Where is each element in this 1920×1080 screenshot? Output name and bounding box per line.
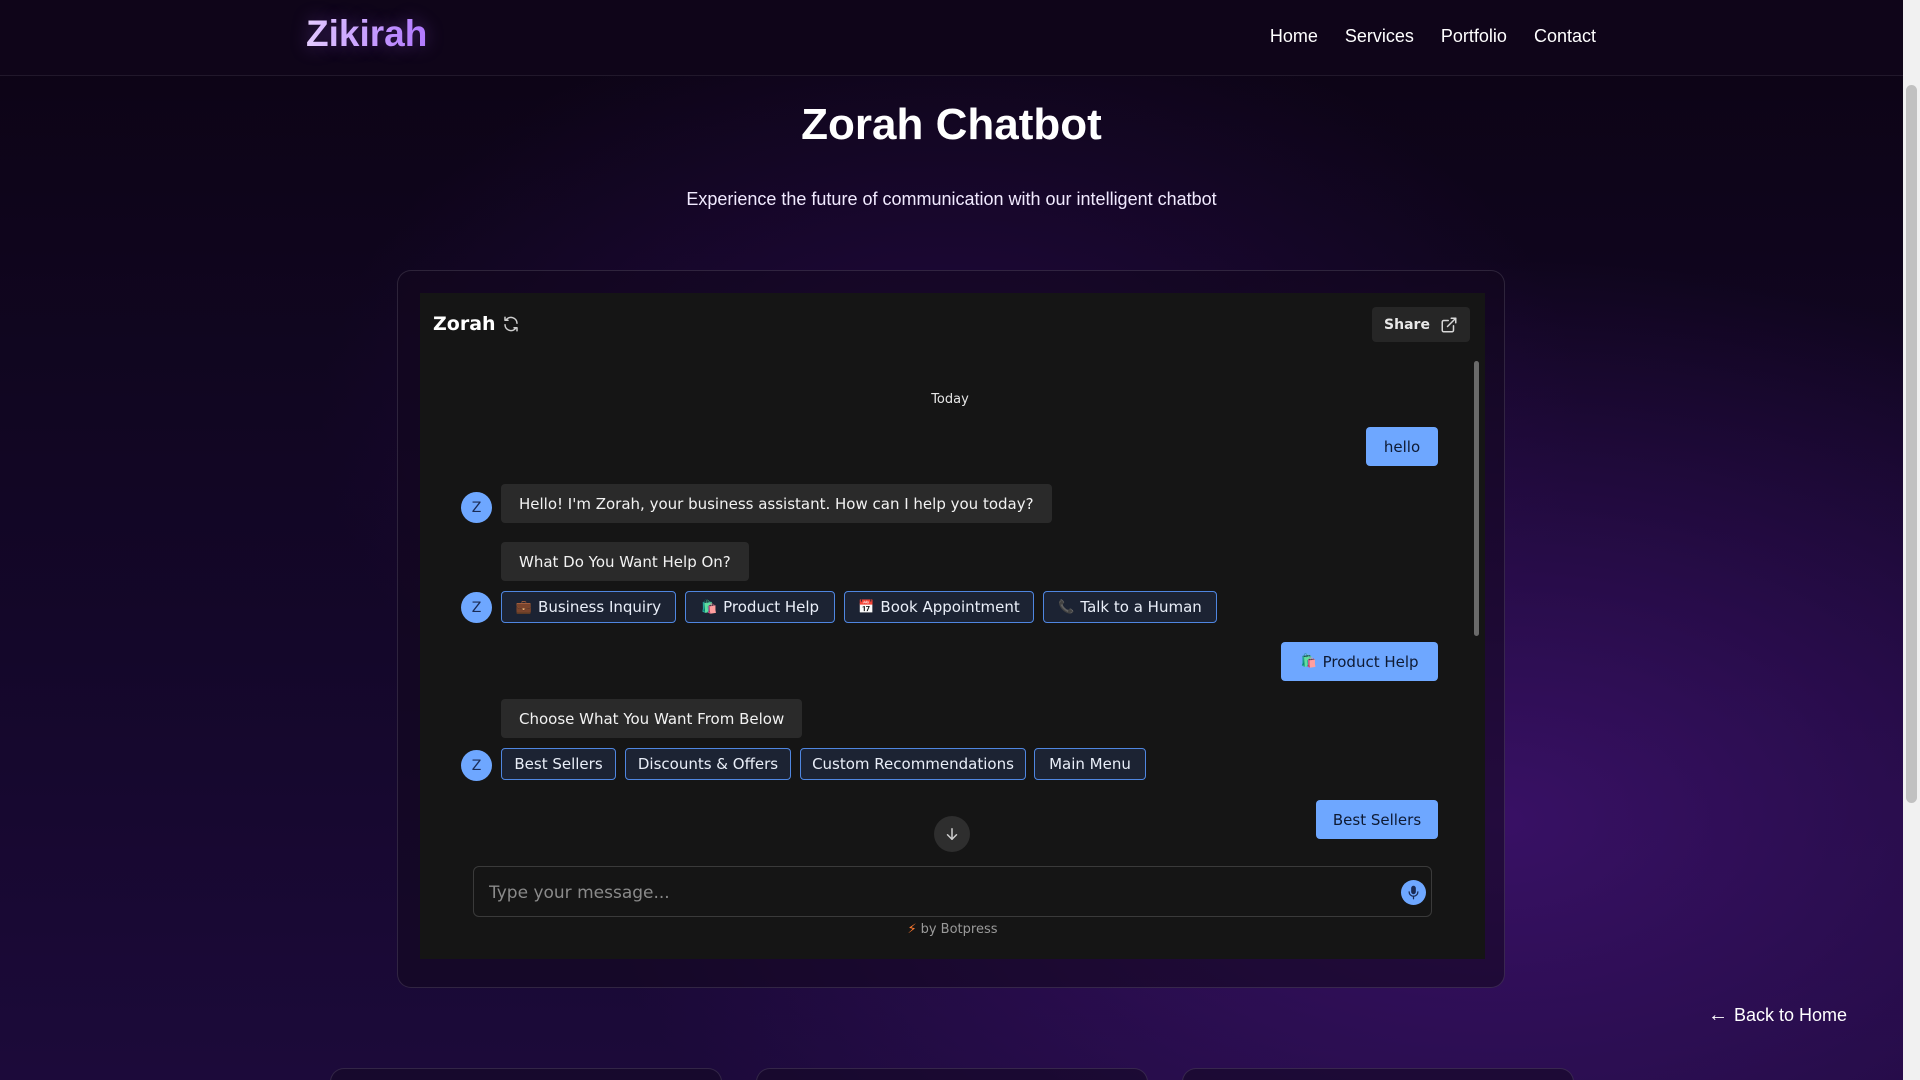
- user-message-text: Best Sellers: [1332, 810, 1422, 829]
- webchat-header: Zorah Share: [420, 293, 1485, 353]
- shopping-bags-icon: 🛍️: [1300, 654, 1317, 669]
- share-button[interactable]: Share: [1372, 307, 1470, 342]
- choice-label: Custom Recommendations: [812, 755, 1014, 773]
- share-button-label: Share: [1384, 316, 1430, 333]
- choice-talk-to-human[interactable]: 📞 Talk to a Human: [1043, 591, 1217, 623]
- nav-links: Home Services Portfolio Contact: [1270, 26, 1596, 47]
- user-message-text: Product Help: [1322, 652, 1419, 671]
- lightning-icon: ⚡: [907, 922, 917, 937]
- share-external-icon: [1441, 317, 1457, 332]
- feature-card: [330, 1068, 722, 1080]
- choice-label: Product Help: [723, 598, 820, 616]
- choice-business-inquiry[interactable]: 💼 Business Inquiry: [501, 591, 676, 623]
- date-separator: Today: [931, 392, 969, 407]
- choice-book-appointment[interactable]: 📅 Book Appointment: [844, 591, 1034, 623]
- choice-label: Discounts & Offers: [637, 755, 779, 773]
- message-composer: [473, 866, 1432, 918]
- choice-label: Best Sellers: [514, 755, 603, 773]
- bot-message: What Do You Want Help On?: [501, 542, 749, 581]
- page-title: Zorah Chatbot: [801, 100, 1102, 149]
- bot-avatar: Z: [461, 750, 492, 781]
- bot-message: Choose What You Want From Below: [501, 699, 803, 738]
- avatar-letter: Z: [471, 599, 482, 616]
- calendar-icon: 📅: [858, 599, 875, 615]
- feature-card: [756, 1068, 1148, 1080]
- bot-name: Zorah: [433, 313, 496, 335]
- bot-avatar: Z: [461, 492, 492, 523]
- user-message: 🛍️ Product Help: [1281, 642, 1438, 681]
- page-subtitle: Experience the future of communication w…: [686, 189, 1217, 209]
- microphone-button[interactable]: [1401, 880, 1426, 905]
- refresh-icon[interactable]: [502, 315, 520, 333]
- choice-discounts-offers[interactable]: Discounts & Offers: [625, 748, 791, 780]
- nav-link-services[interactable]: Services: [1345, 26, 1414, 47]
- page-scrollbar-thumb[interactable]: [1906, 85, 1917, 803]
- nav-link-contact[interactable]: Contact: [1534, 26, 1596, 47]
- choice-product-help[interactable]: 🛍️ Product Help: [685, 591, 835, 623]
- nav-link-portfolio[interactable]: Portfolio: [1441, 26, 1507, 47]
- back-to-home-label: Back to Home: [1734, 1005, 1848, 1025]
- feature-card: [1182, 1068, 1574, 1080]
- shopping-bags-icon: 🛍️: [700, 599, 718, 615]
- microphone-icon: [1408, 885, 1419, 900]
- avatar-letter: Z: [471, 757, 482, 774]
- bot-avatar: Z: [461, 592, 492, 623]
- user-message: Best Sellers: [1316, 800, 1438, 839]
- powered-by[interactable]: ⚡ by Botpress: [420, 922, 1485, 937]
- arrow-down-icon: [946, 828, 958, 840]
- site-logo[interactable]: Zikirah: [306, 13, 427, 55]
- choice-label: Business Inquiry: [538, 598, 662, 616]
- arrow-left-icon: ←: [1708, 1004, 1728, 1026]
- nav-link-home[interactable]: Home: [1270, 26, 1318, 47]
- bot-message-text: Hello! I'm Zorah, your business assistan…: [519, 494, 1034, 513]
- choice-label: Book Appointment: [880, 598, 1020, 616]
- choice-custom-recommendations[interactable]: Custom Recommendations: [800, 748, 1026, 780]
- briefcase-icon: 💼: [515, 599, 533, 615]
- user-message: hello: [1366, 427, 1438, 466]
- choice-label: Talk to a Human: [1080, 598, 1202, 616]
- top-navbar: Zikirah Home Services Portfolio Contact: [0, 0, 1903, 76]
- message-input[interactable]: [487, 867, 1371, 918]
- phone-icon: 📞: [1058, 599, 1075, 615]
- choice-main-menu[interactable]: Main Menu: [1034, 748, 1146, 780]
- avatar-letter: Z: [471, 499, 482, 516]
- scroll-to-bottom-button[interactable]: [934, 816, 970, 852]
- back-to-home-link[interactable]: ← Back to Home: [1708, 1004, 1847, 1027]
- page: Zikirah Home Services Portfolio Contact …: [0, 0, 1920, 1080]
- webchat-window: Zorah Share Today hello Z Hello! I'm Zor…: [420, 293, 1485, 959]
- user-message-text: hello: [1383, 437, 1421, 456]
- bot-message: Hello! I'm Zorah, your business assistan…: [501, 484, 1052, 523]
- bot-message-text: What Do You Want Help On?: [519, 552, 731, 571]
- choice-label: Main Menu: [1049, 755, 1131, 773]
- bot-message-text: Choose What You Want From Below: [519, 709, 785, 728]
- powered-by-text: by Botpress: [920, 922, 998, 937]
- choice-best-sellers[interactable]: Best Sellers: [501, 748, 616, 780]
